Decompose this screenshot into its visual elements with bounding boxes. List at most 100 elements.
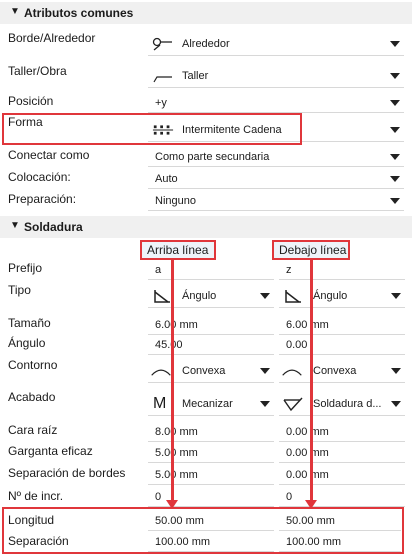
above-column-arrow-head (166, 500, 178, 509)
shop-site-label: Taller/Obra (8, 64, 67, 78)
finish-label: Acabado (8, 390, 56, 404)
placement-value: Auto (155, 173, 178, 185)
contour-above-select[interactable]: Convexa (148, 359, 274, 383)
edge-gap-label: Separación de bordes (8, 466, 126, 480)
shop-site-select[interactable]: Taller (148, 64, 404, 88)
size-above-input[interactable]: 6.00 mm (148, 315, 274, 335)
prefix-above-value: a (155, 264, 162, 276)
collapse-triangle-icon[interactable]: ▼ (10, 6, 20, 17)
edge-gap-above-value: 5.00 mm (155, 469, 198, 481)
chevron-down-icon[interactable] (390, 73, 400, 79)
root-face-above-input[interactable]: 8.00 mm (148, 422, 274, 442)
above-line-column-header: Arriba línea (140, 240, 216, 260)
section-title: Soldadura (24, 220, 83, 234)
edge-around-label: Borde/Alrededor (8, 31, 96, 45)
connect-as-select[interactable]: Como parte secundaria (148, 147, 404, 167)
prefix-below-input[interactable]: z (279, 260, 405, 280)
prefix-label: Prefijo (8, 261, 43, 275)
position-label: Posición (8, 94, 54, 108)
above-column-arrow-line (171, 260, 174, 502)
angle-above-value: 45.00 (155, 339, 183, 351)
chevron-down-icon[interactable] (390, 198, 400, 204)
below-column-arrow-line (310, 260, 313, 502)
chevron-down-icon[interactable] (391, 368, 401, 374)
convex-contour-icon (151, 369, 171, 376)
increment-count-below-value: 0 (286, 491, 293, 503)
position-value: +y (155, 97, 167, 109)
size-above-value: 6.00 mm (155, 319, 198, 331)
type-below-select[interactable]: Ángulo (279, 284, 405, 308)
root-face-below-value: 0.00 mm (286, 426, 329, 438)
chevron-down-icon[interactable] (390, 154, 400, 160)
effective-throat-below-value: 0.00 mm (286, 447, 329, 459)
contour-below-select[interactable]: Convexa (279, 359, 405, 383)
convex-contour-icon (282, 369, 302, 376)
prefix-above-input[interactable]: a (148, 260, 274, 280)
finish-above-select[interactable]: M Mecanizar (148, 392, 274, 416)
edge-around-value: Alrededor (182, 38, 230, 50)
preparation-label: Preparación: (8, 192, 77, 206)
chevron-down-icon[interactable] (390, 127, 400, 133)
shop-weld-icon (153, 76, 172, 83)
chevron-down-icon[interactable] (391, 401, 401, 407)
contour-above-value: Convexa (182, 365, 226, 377)
connect-as-label: Conectar como (8, 148, 90, 162)
angle-below-input[interactable]: 0.00 (279, 335, 405, 355)
collapse-triangle-icon[interactable]: ▼ (10, 220, 20, 231)
size-below-value: 6.00 mm (286, 319, 329, 331)
type-above-value: Ángulo (182, 290, 217, 302)
placement-label: Colocación: (8, 170, 71, 184)
around-weld-icon (152, 37, 172, 51)
angle-label: Ángulo (8, 336, 46, 350)
chevron-down-icon[interactable] (260, 368, 270, 374)
preparation-select[interactable]: Ninguno (148, 191, 404, 211)
effective-throat-below-input[interactable]: 0.00 mm (279, 443, 405, 463)
chevron-down-icon[interactable] (390, 176, 400, 182)
weld-header[interactable]: ▼ Soldadura (0, 216, 412, 238)
edge-around-select[interactable]: Alrededor (148, 32, 404, 56)
increment-count-above-value: 0 (155, 491, 162, 503)
placement-select[interactable]: Auto (148, 169, 404, 189)
finish-below-value: Soldadura d... (313, 398, 382, 410)
chevron-down-icon[interactable] (260, 293, 270, 299)
shop-site-value: Taller (182, 70, 209, 82)
prefix-below-value: z (286, 264, 292, 276)
finish-below-select[interactable]: Soldadura d... (279, 392, 405, 416)
angle-above-input[interactable]: 45.00 (148, 335, 274, 355)
common-attributes-header[interactable]: ▼ Atributos comunes (0, 2, 412, 24)
fillet-weld-icon (285, 290, 301, 303)
root-face-above-value: 8.00 mm (155, 426, 198, 438)
root-face-label: Cara raíz (8, 423, 58, 437)
chevron-down-icon[interactable] (390, 41, 400, 47)
root-face-below-input[interactable]: 0.00 mm (279, 422, 405, 442)
effective-throat-above-input[interactable]: 5.00 mm (148, 443, 274, 463)
size-below-input[interactable]: 6.00 mm (279, 315, 405, 335)
chevron-down-icon[interactable] (260, 401, 270, 407)
size-label: Tamaño (8, 316, 51, 330)
preparation-value: Ninguno (155, 195, 196, 207)
connect-as-value: Como parte secundaria (155, 151, 270, 163)
type-above-select[interactable]: Ángulo (148, 284, 274, 308)
type-below-value: Ángulo (313, 290, 348, 302)
below-line-column-header: Debajo línea (272, 240, 350, 260)
chevron-down-icon[interactable] (391, 293, 401, 299)
weld-finish-icon (283, 397, 303, 412)
contour-below-value: Convexa (313, 365, 357, 377)
shape-highlight-box (2, 113, 302, 145)
finish-above-value: Mecanizar (182, 398, 233, 410)
angle-below-value: 0.00 (286, 339, 308, 351)
length-spacing-highlight-box (2, 507, 404, 554)
edge-gap-below-value: 0.00 mm (286, 469, 329, 481)
below-column-arrow-head (305, 500, 317, 509)
increment-count-label: Nº de incr. (8, 489, 64, 503)
edge-gap-below-input[interactable]: 0.00 mm (279, 465, 405, 485)
type-label: Tipo (8, 283, 31, 297)
chevron-down-icon[interactable] (390, 100, 400, 106)
position-select[interactable]: +y (148, 93, 404, 113)
section-title: Atributos comunes (24, 6, 134, 20)
effective-throat-label: Garganta eficaz (8, 444, 93, 458)
contour-label: Contorno (8, 358, 58, 372)
effective-throat-above-value: 5.00 mm (155, 447, 198, 459)
edge-gap-above-input[interactable]: 5.00 mm (148, 465, 274, 485)
increment-count-below-input[interactable]: 0 (279, 487, 405, 507)
